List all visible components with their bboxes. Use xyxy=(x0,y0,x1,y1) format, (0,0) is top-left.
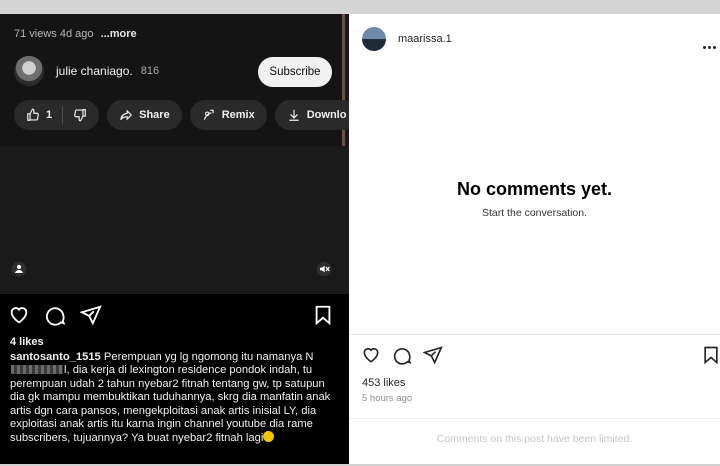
right-likes-count[interactable]: 453 likes xyxy=(362,377,405,389)
post-username[interactable]: maarissa.1 xyxy=(398,33,452,45)
left-post: 71 views 4d ago ...more julie chaniago. … xyxy=(0,14,349,464)
heart-icon[interactable] xyxy=(361,345,381,365)
caption-text-end: l, dia kerja di lexington residence pond… xyxy=(10,364,331,445)
post-caption: santosanto_1515 Perempuan yg lg ngomong … xyxy=(10,351,340,446)
no-comments-title: No comments yet. xyxy=(456,179,613,199)
send-icon[interactable] xyxy=(423,345,443,365)
avatar[interactable] xyxy=(362,27,386,51)
bookmark-icon[interactable] xyxy=(701,345,720,365)
download-icon xyxy=(289,109,299,121)
post-video[interactable]: 71 views 4d ago ...more julie chaniago. … xyxy=(0,14,349,294)
caption-text-start: Perempuan yg lg ngomong itu namanya N xyxy=(100,351,314,363)
remix-button[interactable]: Remix xyxy=(189,100,267,130)
channel-avatar[interactable] xyxy=(14,56,44,86)
comment-icon[interactable] xyxy=(392,345,412,365)
youtube-card: 71 views 4d ago ...more julie chaniago. … xyxy=(0,14,349,146)
caption-username[interactable]: santosanto_1515 xyxy=(10,351,101,363)
download-button[interactable]: Downlo xyxy=(274,100,349,130)
download-label: Downlo xyxy=(306,109,347,121)
send-icon[interactable] xyxy=(80,304,102,326)
channel-row: julie chaniago. 816 xyxy=(14,56,159,86)
pill-separator xyxy=(62,106,64,124)
divider xyxy=(349,334,720,335)
thumbs-up-icon[interactable] xyxy=(26,108,40,122)
comment-icon[interactable] xyxy=(44,304,66,326)
comments-limited-notice: Comments on this post have been limited. xyxy=(436,433,633,445)
right-post: maarissa.1 No comments yet. Start the co… xyxy=(349,14,720,464)
mute-icon[interactable] xyxy=(316,261,332,277)
share-button[interactable]: Share xyxy=(107,100,182,130)
thumbs-down-icon[interactable] xyxy=(73,108,87,122)
heart-icon[interactable] xyxy=(8,304,30,326)
bookmark-icon[interactable] xyxy=(312,304,334,326)
more-link[interactable]: ...more xyxy=(101,28,137,40)
channel-name[interactable]: julie chaniago. xyxy=(56,64,133,78)
subscriber-count: 816 xyxy=(140,65,160,77)
share-label: Share xyxy=(139,109,170,121)
like-count: 1 xyxy=(46,109,53,121)
no-comments-subtitle: Start the conversation. xyxy=(481,207,588,219)
divider xyxy=(349,418,720,419)
subscribe-button[interactable]: Subscribe xyxy=(258,57,332,87)
remix-label: Remix xyxy=(221,109,255,121)
share-icon xyxy=(120,109,133,121)
video-meta: 71 views 4d ago ...more xyxy=(14,28,137,40)
screenshot-frame: 71 views 4d ago ...more julie chaniago. … xyxy=(0,0,720,466)
left-post-actions xyxy=(8,304,338,326)
grinning-emoji-icon xyxy=(263,431,275,443)
top-strip xyxy=(0,0,720,14)
user-tag-icon[interactable] xyxy=(11,261,27,277)
post-header: maarissa.1 xyxy=(349,14,720,62)
redacted-name xyxy=(11,365,63,375)
like-dislike-pill[interactable]: 1 xyxy=(14,100,100,130)
views-text: 71 views 4d ago xyxy=(14,28,94,40)
remix-icon xyxy=(203,109,214,120)
right-post-actions xyxy=(361,345,718,367)
more-options-icon[interactable] xyxy=(703,36,718,54)
left-likes-count[interactable]: 4 likes xyxy=(10,336,44,348)
youtube-actions: 1 Share Remix Downlo xyxy=(14,100,349,130)
post-timestamp: 5 hours ago xyxy=(362,393,413,404)
